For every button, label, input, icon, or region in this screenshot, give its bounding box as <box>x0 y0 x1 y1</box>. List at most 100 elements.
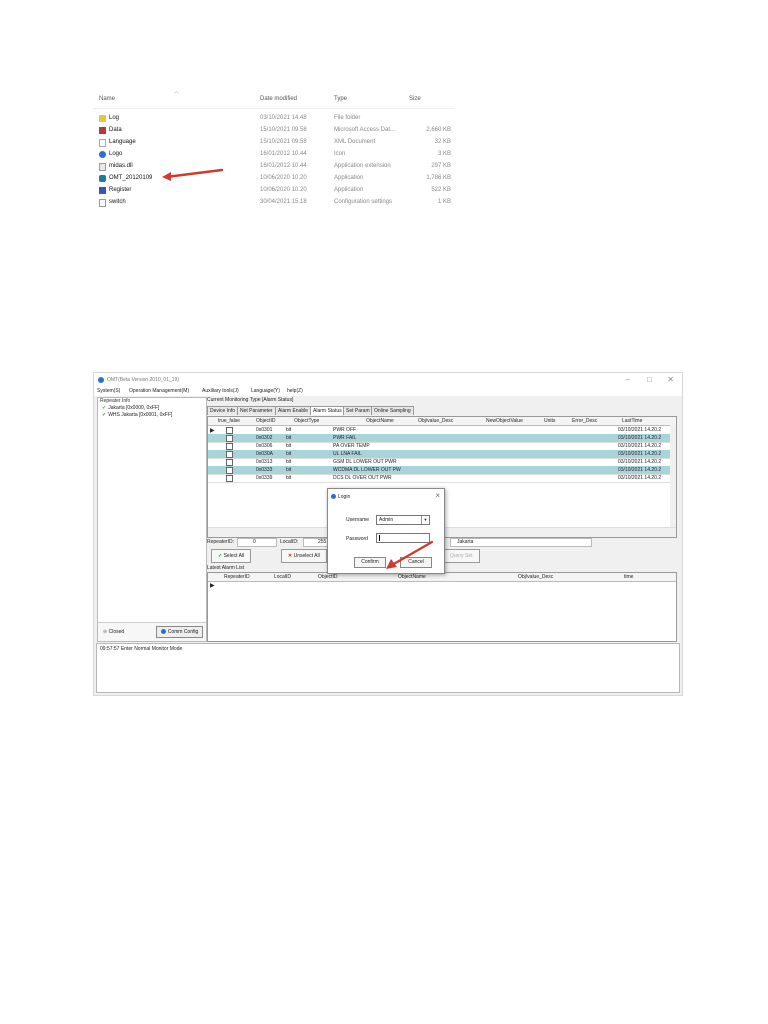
row-checkbox[interactable] <box>226 467 233 474</box>
tab-online-sampling[interactable]: Online Sampling <box>371 406 414 415</box>
comm-config-button[interactable]: Comm Config <box>156 626 203 638</box>
col-object-id[interactable]: ObjectID <box>256 418 275 424</box>
unselect-all-button[interactable]: ✕ Unselect All <box>281 549 327 563</box>
check-icon: ✓ <box>218 553 223 559</box>
file-row[interactable]: OMT_20120109 10/06/2020 10.20 Applicatio… <box>93 173 455 185</box>
username-select[interactable]: Admin ▼ <box>376 515 430 525</box>
table-row[interactable]: 0x0339 bit DCS DL OVER OUT PWR 03/10/202… <box>208 474 676 483</box>
cell-object-id: 0x0302 <box>256 435 273 441</box>
confirm-button[interactable]: Confirm <box>354 557 386 568</box>
col-repeater-id[interactable]: RepeaterID <box>224 574 250 580</box>
col-last-time[interactable]: LastTime <box>622 418 642 424</box>
col-local-id[interactable]: LocalID <box>274 574 291 580</box>
file-date: 30/04/2021 15.18 <box>260 199 307 205</box>
cell-object-type: bit <box>286 427 292 433</box>
col-object-name[interactable]: ObjectName <box>398 574 426 580</box>
comm-config-label: Comm Config <box>167 629 199 635</box>
file-list-header: Name Date modified Type Size <box>93 96 455 109</box>
file-row[interactable]: midas.dll 16/01/2012 10.44 Application e… <box>93 161 455 173</box>
file-size: 1,786 KB <box>426 175 451 181</box>
tab-alarm-enable[interactable]: Alarm Enable <box>275 406 312 415</box>
file-date: 16/01/2012 10.44 <box>260 163 307 169</box>
row-checkbox[interactable] <box>226 475 233 482</box>
repeater-tree: ✓ Jakarta [0x0000, 0xFF] ✓ WHS Jakarta [0x… <box>102 405 172 419</box>
cell-object-id: 0x0301 <box>256 427 273 433</box>
col-obj-value-desc[interactable]: Obj/value_Desc <box>418 418 453 424</box>
cell-object-name: DCS DL OVER OUT PWR <box>333 475 392 481</box>
file-row[interactable]: Register 10/06/2020 10.20 Application 52… <box>93 185 455 197</box>
cell-object-type: bit <box>286 459 292 465</box>
col-object-name[interactable]: ObjectName <box>366 418 394 424</box>
file-row[interactable]: Language 15/10/2021 09.58 XML Document 3… <box>93 137 455 149</box>
column-header-date[interactable]: Date modified <box>260 96 297 102</box>
config-file-icon <box>99 199 106 207</box>
file-row[interactable]: Logo 16/01/2012 10.44 Icon 3 KB <box>93 149 455 161</box>
globe-icon <box>160 629 166 635</box>
cell-object-type: bit <box>286 443 292 449</box>
row-checkbox[interactable] <box>226 443 233 450</box>
register-app-icon <box>99 187 106 194</box>
query-set-button[interactable]: Query Set <box>443 549 480 563</box>
menu-system[interactable]: System(S) <box>97 388 120 394</box>
cell-object-id: 0x0339 <box>256 475 273 481</box>
row-checkbox[interactable] <box>226 451 233 458</box>
column-header-name[interactable]: Name <box>99 96 115 102</box>
sort-caret-icon[interactable]: ︿ <box>174 88 179 95</box>
col-time[interactable]: time <box>624 574 633 580</box>
file-row[interactable]: Log 03/10/2021 14.48 File folder <box>93 113 455 125</box>
tab-set-param[interactable]: Set Param <box>343 406 373 415</box>
connection-bar: ⊖ Closed Comm Config <box>98 622 206 641</box>
close-icon[interactable]: × <box>435 491 440 500</box>
file-type: File folder <box>334 115 361 121</box>
file-name: midas.dll <box>109 163 133 169</box>
cell-object-id: 0x0313 <box>256 459 273 465</box>
tab-net-parameter[interactable]: Net Parameter <box>237 406 276 415</box>
col-units[interactable]: Units <box>544 418 555 424</box>
cell-last-time: 03/10/2021 14.20.2 <box>618 443 662 449</box>
red-arrow-icon <box>386 540 434 569</box>
row-checkbox[interactable] <box>226 427 233 434</box>
file-date: 03/10/2021 14.48 <box>260 115 307 121</box>
menu-auxiliary-tools[interactable]: Auxiliary tools(J) <box>202 388 239 394</box>
red-arrow-icon <box>162 168 224 181</box>
tab-alarm-status[interactable]: Alarm Status <box>310 406 345 415</box>
xml-file-icon <box>99 139 106 147</box>
repeater-node[interactable]: ✓ Jakarta [0x0000, 0xFF] <box>102 405 172 412</box>
row-checkbox[interactable] <box>226 435 233 442</box>
file-name: Logo <box>109 151 123 157</box>
menu-help[interactable]: help(Z) <box>287 388 303 394</box>
file-row[interactable]: switch 30/04/2021 15.18 Configuration se… <box>93 197 455 209</box>
col-error-desc[interactable]: Error_Desc <box>572 418 597 424</box>
column-header-type[interactable]: Type <box>334 96 347 102</box>
repeater-node[interactable]: ✓ WHS Jakarta [0x0001, 0xFF] <box>102 412 172 419</box>
col-new-object-value[interactable]: NewObjectValue <box>486 418 523 424</box>
app-icon <box>99 175 106 182</box>
menu-operation-management[interactable]: Operation Management(M) <box>129 388 189 394</box>
tab-device-info[interactable]: Device Info <box>207 406 239 415</box>
local-id-label: LocalID: <box>280 539 299 545</box>
row-checkbox[interactable] <box>226 459 233 466</box>
col-object-id[interactable]: ObjectID <box>318 574 337 580</box>
col-obj-value-desc[interactable]: Obj/value_Desc <box>518 574 553 580</box>
file-type: Application extension <box>334 163 391 169</box>
grid-vertical-scrollbar[interactable] <box>670 425 676 527</box>
cell-object-name: WCDMA DL LOWER OUT PW <box>333 467 401 473</box>
column-header-size[interactable]: Size <box>409 96 421 102</box>
close-button[interactable]: ✕ <box>667 375 674 384</box>
menu-language[interactable]: Language(Y) <box>251 388 280 394</box>
file-date: 16/01/2012 10.44 <box>260 151 307 157</box>
repeater-id-label: RepeaterID: <box>207 539 234 545</box>
col-true-false[interactable]: true_false <box>218 418 240 424</box>
file-date: 15/10/2021 09.58 <box>260 127 307 133</box>
minimize-button[interactable]: – <box>626 375 630 384</box>
chevron-down-icon[interactable]: ▼ <box>421 516 429 524</box>
file-explorer-list: ︿ Name Date modified Type Size Log 03/10… <box>93 88 455 218</box>
latest-alarm-grid: RepeaterID LocalID ObjectID ObjectName O… <box>207 572 677 642</box>
maximize-button[interactable]: □ <box>647 375 652 384</box>
repeater-info-label: Repeater Info <box>100 398 131 404</box>
select-all-button[interactable]: ✓ Select All <box>211 549 252 563</box>
file-type: Configuration settings <box>334 199 393 205</box>
file-row[interactable]: Data 15/10/2021 09.58 Microsoft Access D… <box>93 125 455 137</box>
col-object-type[interactable]: ObjectType <box>294 418 319 424</box>
cell-last-time: 03/10/2021 14.20.2 <box>618 467 662 473</box>
